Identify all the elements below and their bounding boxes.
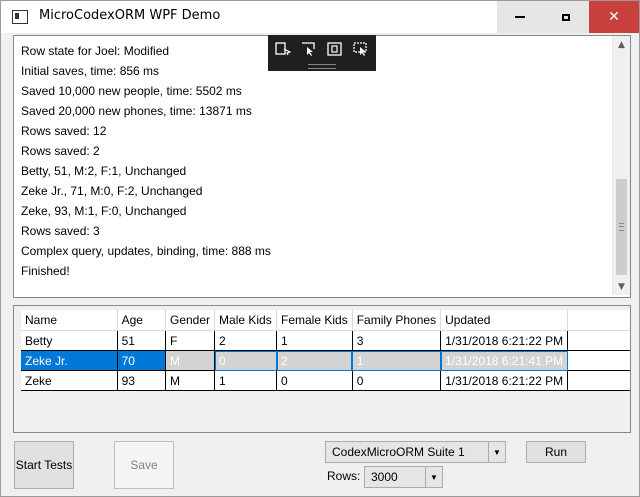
column-header-age[interactable]: Age: [117, 310, 167, 331]
data-grid[interactable]: Name Age Gender Male Kids Female Kids Fa…: [21, 310, 630, 391]
cell-filler: [567, 350, 630, 371]
log-line: Betty, 51, M:2, F:1, Unchanged: [21, 164, 187, 178]
log-line: Finished!: [21, 264, 70, 278]
maximize-icon: [562, 13, 570, 21]
grip-icon: [619, 223, 624, 231]
table-row[interactable]: Zeke 93 M 1 0 0 1/31/2018 6:21:22 PM: [21, 370, 630, 391]
cell-female-kids[interactable]: 2: [276, 350, 353, 371]
track-focus-icon[interactable]: [353, 42, 369, 56]
log-line: Initial saves, time: 856 ms: [21, 64, 160, 78]
cell-name[interactable]: Zeke Jr.: [21, 350, 118, 371]
cell-age[interactable]: 93: [117, 370, 167, 391]
cell-female-kids[interactable]: 0: [276, 370, 353, 391]
minimize-button[interactable]: [497, 1, 543, 33]
live-tree-icon[interactable]: [275, 42, 291, 56]
adorner-icon[interactable]: [327, 42, 343, 56]
toolbar-handle[interactable]: [308, 64, 336, 69]
close-button[interactable]: ✕: [589, 1, 639, 33]
minimize-icon: [515, 16, 525, 18]
column-header-female-kids[interactable]: Female Kids: [276, 310, 353, 331]
cell-updated[interactable]: 1/31/2018 6:21:22 PM: [440, 370, 569, 391]
cell-male-kids[interactable]: 2: [214, 330, 277, 351]
log-line: Saved 20,000 new phones, time: 13871 ms: [21, 104, 252, 118]
cell-male-kids[interactable]: 1: [214, 370, 277, 391]
cell-filler: [567, 370, 630, 391]
cell-gender[interactable]: M: [165, 370, 216, 391]
chevron-down-icon[interactable]: ▼: [425, 467, 442, 487]
rows-label: Rows:: [327, 469, 361, 483]
column-header-filler: [567, 310, 630, 331]
table-row[interactable]: Betty 51 F 2 1 3 1/31/2018 6:21:22 PM: [21, 330, 630, 351]
cell-name[interactable]: Betty: [21, 330, 118, 351]
chevron-down-icon[interactable]: ▼: [488, 442, 505, 462]
column-header-updated[interactable]: Updated: [440, 310, 569, 331]
cell-gender[interactable]: M: [165, 350, 216, 371]
scroll-down-arrow-icon[interactable]: ▼: [613, 278, 630, 295]
log-line: Zeke, 93, M:1, F:0, Unchanged: [21, 204, 187, 218]
run-button[interactable]: Run: [526, 441, 586, 463]
log-line: Saved 10,000 new people, time: 5502 ms: [21, 84, 242, 98]
log-line: Rows saved: 2: [21, 144, 100, 158]
cell-gender[interactable]: F: [165, 330, 216, 351]
column-header-family-phones[interactable]: Family Phones: [352, 310, 442, 331]
cell-female-kids[interactable]: 1: [276, 330, 353, 351]
cell-male-kids[interactable]: 0: [214, 350, 277, 371]
cell-name[interactable]: Zeke: [21, 370, 118, 391]
close-icon: ✕: [608, 9, 620, 25]
table-row-selected[interactable]: Zeke Jr. 70 M 0 2 1 1/31/2018 6:21:41 PM: [21, 350, 630, 371]
scroll-up-arrow-icon[interactable]: ▲: [613, 36, 630, 53]
select-element-icon[interactable]: [301, 42, 317, 56]
column-header-gender[interactable]: Gender: [165, 310, 216, 331]
maximize-button[interactable]: [543, 1, 589, 33]
window-title: MicroCodexORM WPF Demo: [39, 8, 221, 23]
title-bar[interactable]: MicroCodexORM WPF Demo ✕: [1, 1, 639, 33]
people-grid[interactable]: Name Age Gender Male Kids Female Kids Fa…: [13, 305, 631, 433]
log-line: Zeke Jr., 71, M:0, F:2, Unchanged: [21, 184, 203, 198]
grid-header-row: Name Age Gender Male Kids Female Kids Fa…: [21, 310, 630, 331]
debug-toolbar: [268, 35, 376, 71]
log-line: Rows saved: 12: [21, 124, 107, 138]
column-header-name[interactable]: Name: [21, 310, 118, 331]
cell-updated[interactable]: 1/31/2018 6:21:41 PM: [440, 350, 569, 371]
start-tests-button[interactable]: Start Tests: [14, 441, 74, 489]
rows-dropdown-value: 3000: [371, 470, 398, 484]
log-output[interactable]: Row state for Joel: Modified Initial sav…: [13, 35, 631, 298]
cell-age[interactable]: 51: [117, 330, 167, 351]
cell-family-phones[interactable]: 1: [352, 350, 442, 371]
log-line: Row state for Joel: Modified: [21, 44, 170, 58]
log-lines: Row state for Joel: Modified Initial sav…: [21, 41, 271, 281]
cell-updated[interactable]: 1/31/2018 6:21:22 PM: [440, 330, 569, 351]
cell-age[interactable]: 70: [117, 350, 167, 371]
suite-dropdown[interactable]: CodexMicroORM Suite 1 ▼: [325, 441, 506, 463]
cell-family-phones[interactable]: 3: [352, 330, 442, 351]
log-line: Rows saved: 3: [21, 224, 100, 238]
cell-filler: [567, 330, 630, 351]
log-scrollbar[interactable]: ▲ ▼: [612, 36, 630, 295]
cell-family-phones[interactable]: 0: [352, 370, 442, 391]
column-header-male-kids[interactable]: Male Kids: [214, 310, 277, 331]
app-icon: [12, 10, 28, 24]
save-button[interactable]: Save: [114, 441, 174, 489]
rows-dropdown[interactable]: 3000 ▼: [364, 466, 443, 488]
scroll-thumb[interactable]: [616, 179, 627, 275]
log-line: Complex query, updates, binding, time: 8…: [21, 244, 271, 258]
suite-dropdown-value: CodexMicroORM Suite 1: [332, 445, 465, 459]
